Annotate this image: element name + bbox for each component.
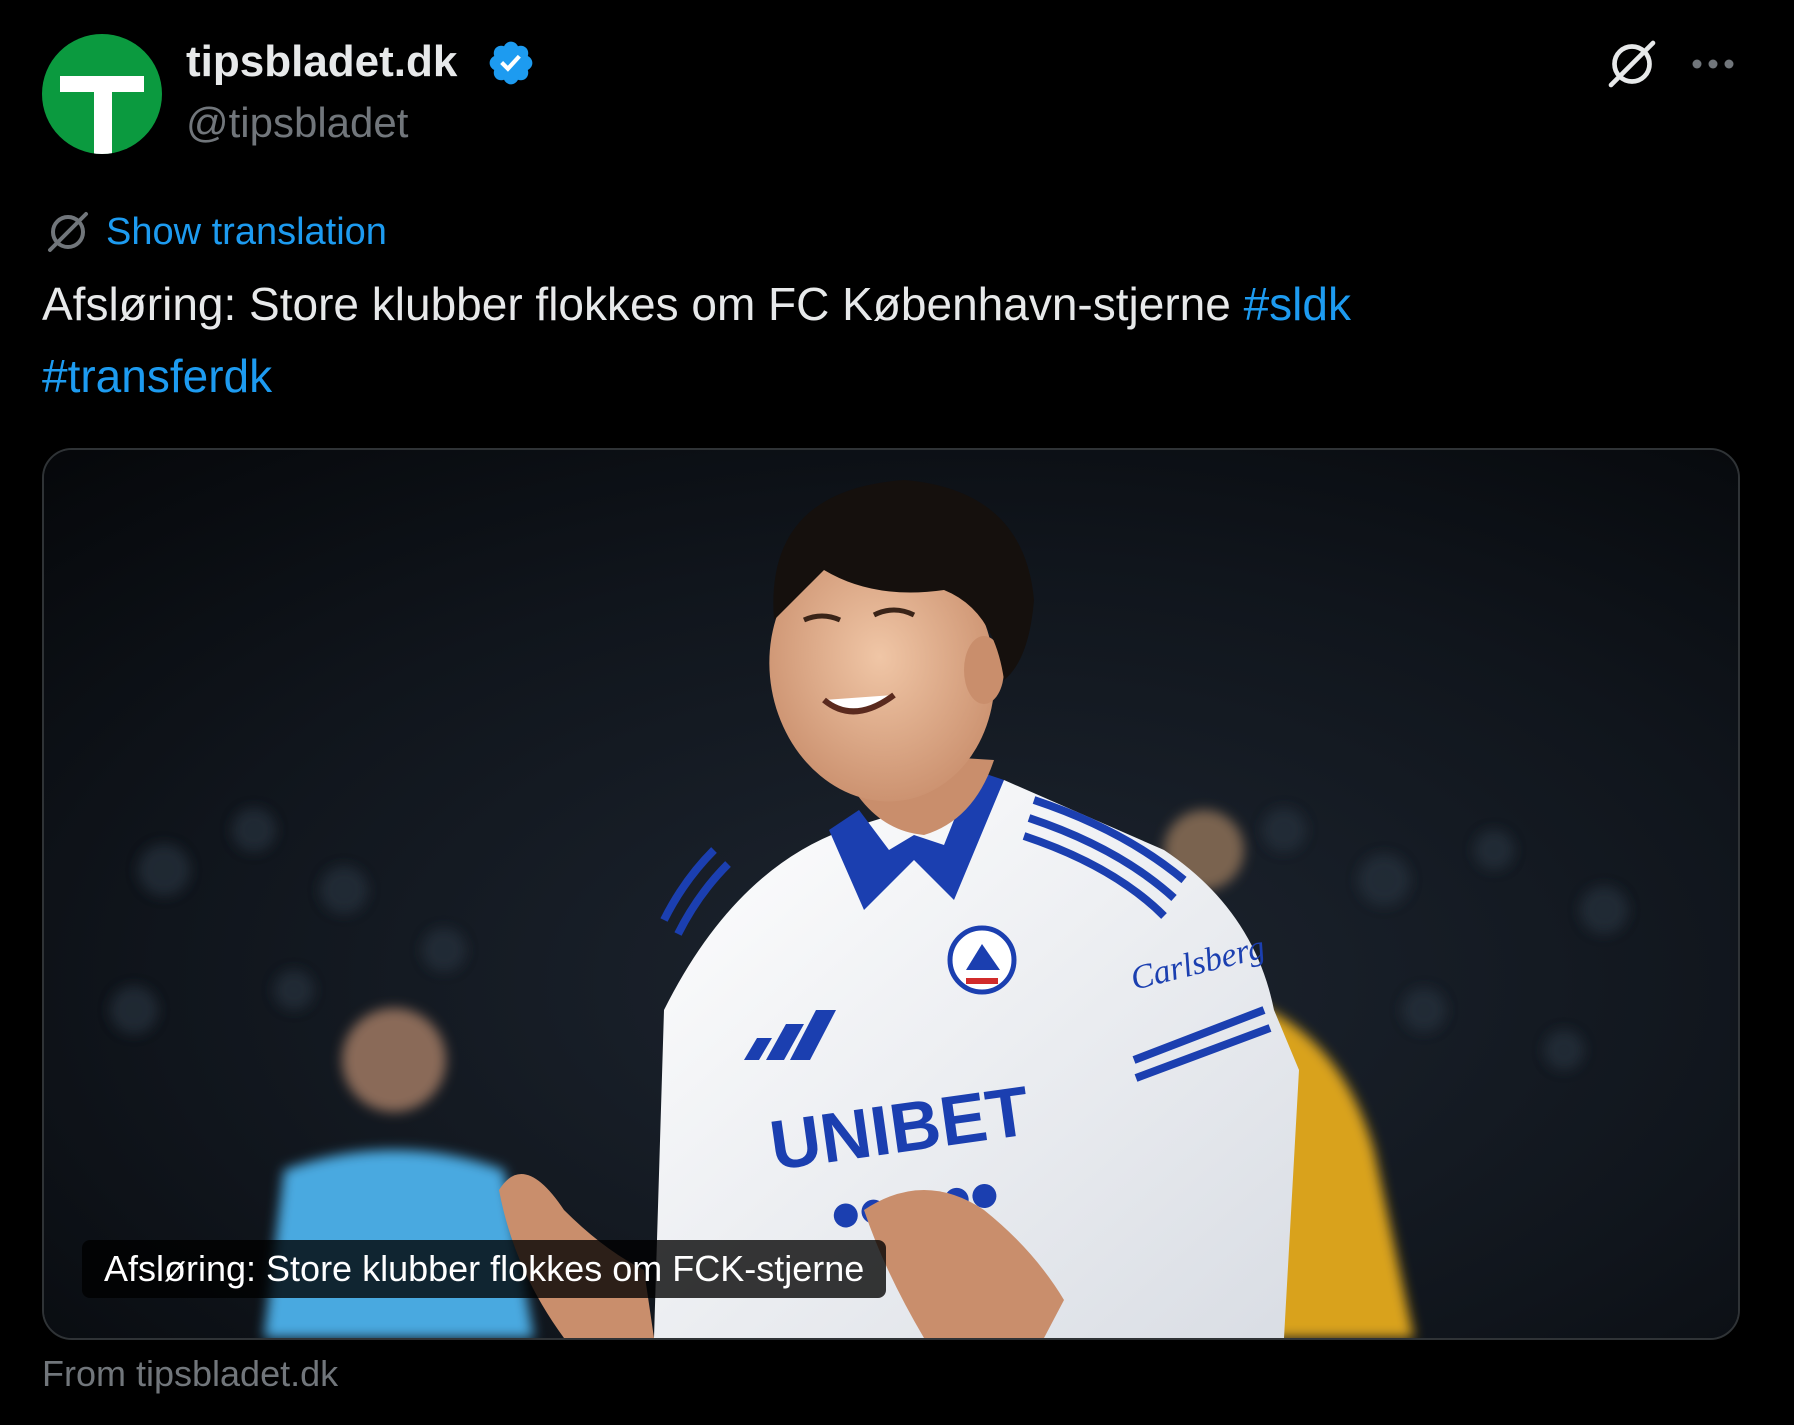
tweet-text: Afsløring: Store klubber flokkes om FC K… xyxy=(42,268,1742,412)
grok-icon[interactable] xyxy=(1604,36,1660,92)
author-handle[interactable]: @tipsbladet xyxy=(186,98,408,148)
avatar-logo-stem xyxy=(94,76,112,154)
tweet-body: Afsløring: Store klubber flokkes om FC K… xyxy=(42,278,1231,330)
card-photo: UNIBET Carlsberg xyxy=(44,450,1738,1338)
avatar[interactable] xyxy=(42,34,162,154)
verified-badge-icon xyxy=(489,41,533,85)
more-icon[interactable] xyxy=(1690,52,1736,76)
show-translation-row[interactable]: Show translation xyxy=(44,206,387,258)
card-source[interactable]: From tipsbladet.dk xyxy=(42,1350,338,1398)
card-caption: Afsløring: Store klubber flokkes om FCK-… xyxy=(82,1240,887,1298)
link-card[interactable]: UNIBET Carlsberg Afsløring: Store klubbe xyxy=(42,448,1740,1340)
show-translation-link[interactable]: Show translation xyxy=(106,211,387,254)
translate-icon xyxy=(48,212,88,252)
author-name[interactable]: tipsbladet.dk xyxy=(186,36,457,88)
hashtag-sldk[interactable]: #sldk xyxy=(1244,278,1351,330)
hashtag-transferdk[interactable]: #transferdk xyxy=(42,350,272,402)
